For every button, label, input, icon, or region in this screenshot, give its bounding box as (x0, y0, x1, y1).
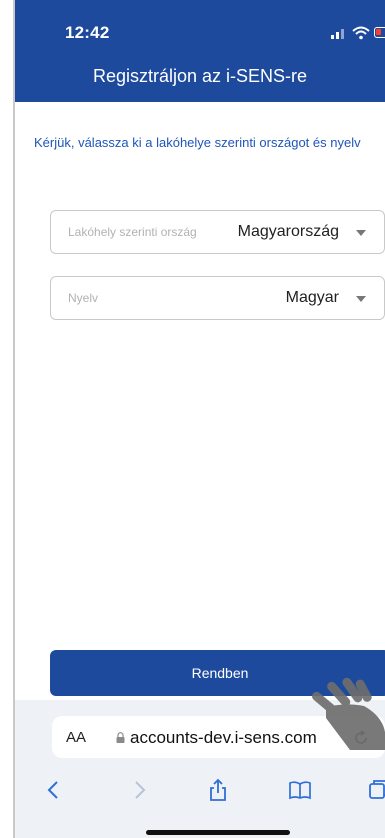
lock-icon (116, 732, 125, 743)
instruction-text: Kérjük, válassza ki a lakóhelye szerinti… (34, 135, 361, 150)
app-header: 12:42 Regisztráljon az i-SENS-re (15, 0, 385, 102)
battery-icon (374, 27, 385, 38)
text-size-button[interactable]: AA (66, 729, 86, 746)
bookmarks-icon[interactable] (288, 778, 312, 802)
page-title: Regisztráljon az i-SENS-re (92, 66, 308, 86)
dropdown-caret-icon (356, 230, 366, 236)
status-icons (330, 26, 385, 40)
back-icon[interactable] (42, 778, 66, 802)
forward-icon[interactable] (127, 778, 151, 802)
share-icon[interactable] (206, 778, 230, 802)
hand-pointer-icon (312, 677, 385, 750)
tabs-icon[interactable] (368, 778, 385, 802)
home-indicator (146, 830, 290, 835)
country-select-value: Magyarország (237, 223, 339, 240)
language-select[interactable]: Nyelv Magyar (50, 276, 385, 320)
app-screen: 12:42 Regisztráljon az i-SENS-re Kérjük,… (0, 0, 385, 838)
signal-icon (331, 29, 344, 39)
language-select-value: Magyar (285, 289, 339, 306)
status-time: 12:42 (65, 23, 110, 42)
url-text[interactable]: accounts-dev.i-sens.com (130, 728, 317, 748)
wifi-icon (352, 26, 370, 40)
dropdown-caret-icon (356, 296, 366, 302)
language-select-label: Nyelv (68, 291, 99, 305)
country-select-label: Lakóhely szerinti ország (68, 225, 197, 239)
country-select[interactable]: Lakóhely szerinti ország Magyarország (50, 210, 385, 254)
